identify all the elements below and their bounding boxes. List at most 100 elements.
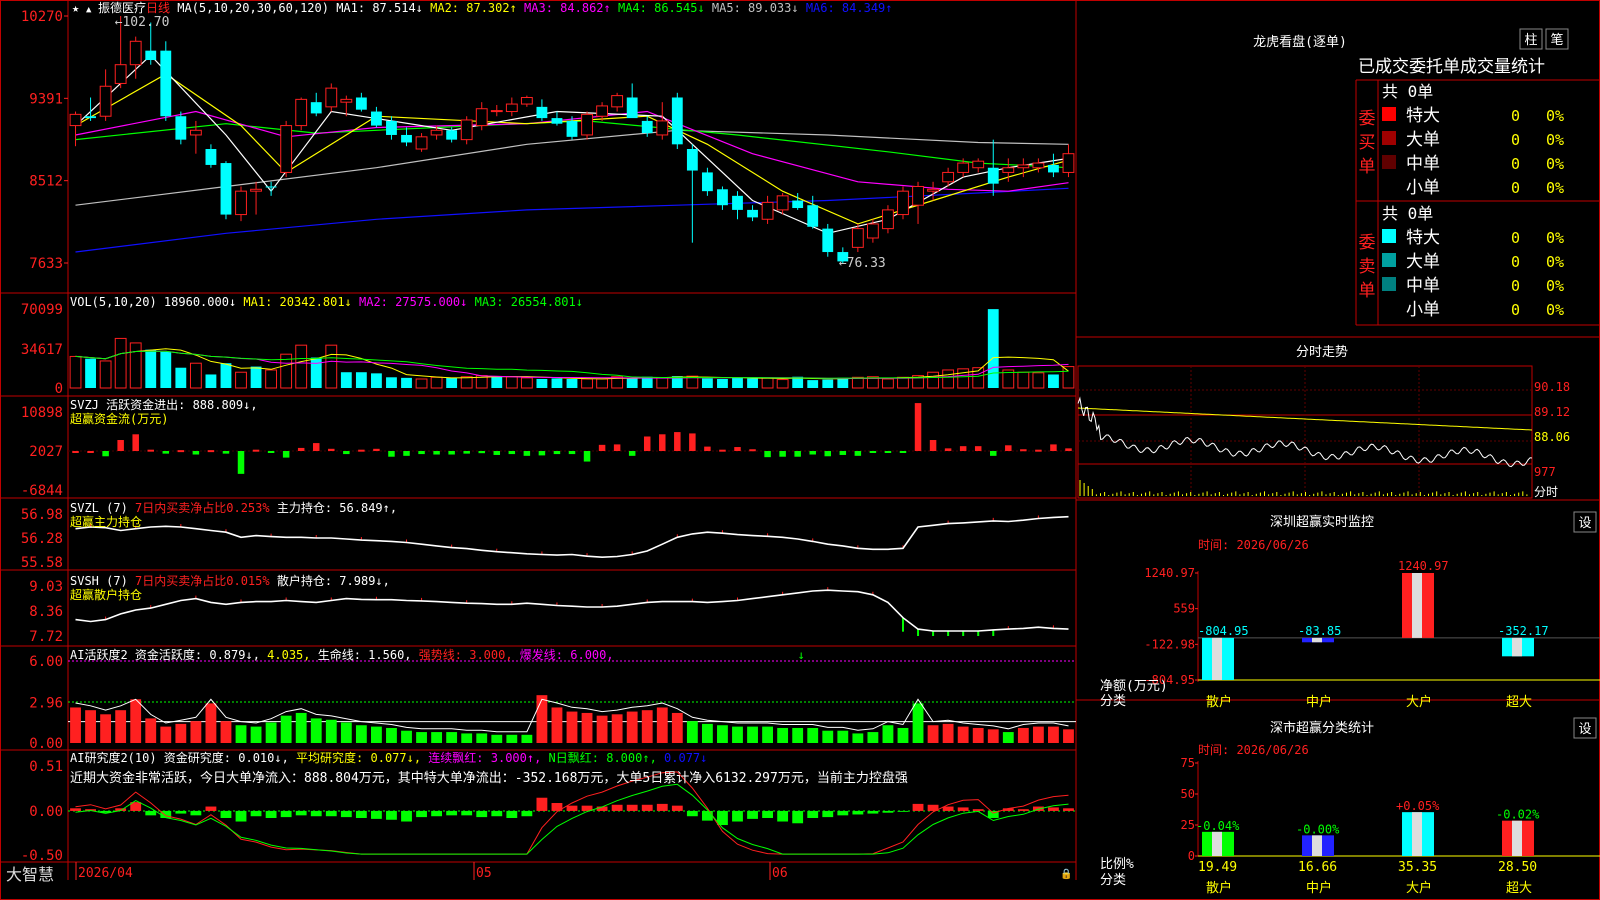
ai2-bar (340, 810, 352, 818)
svsh-title-part-1: 7日内买卖净占比0.015% (135, 573, 277, 588)
ai2-bar (250, 810, 262, 817)
lhb-sell-row-count: 0 (1511, 301, 1520, 319)
monitor-bar-highlight (1312, 637, 1322, 643)
candle-body-up (927, 188, 939, 192)
candle-body-up (114, 64, 127, 84)
svzj-bar (237, 451, 245, 474)
ai1-bar (386, 727, 397, 743)
svzj-bar (373, 448, 380, 451)
lhb-tick-mode-label: 笔 (1550, 32, 1563, 48)
candle-body-up (505, 103, 518, 113)
volume-bar-down (310, 357, 322, 388)
ai1-bar (762, 726, 773, 743)
svzj-bar (358, 449, 365, 452)
vol-header-part-0: VOL(5,10,20) (70, 295, 164, 309)
ai1-bar (972, 727, 984, 743)
svzl-title: SVZL (7) 7日内买卖净占比0.253% 主力持仓: 56.849↑, (70, 500, 397, 515)
volume-bar-up (69, 355, 82, 389)
candle-body-up (1002, 167, 1015, 173)
price-header-part-7: MA5: 89.033↓ (712, 1, 806, 15)
candle-body-up (99, 85, 112, 117)
lhb-buy-row-pct: 0% (1546, 155, 1564, 173)
volume-bar-down (220, 363, 232, 388)
candle-body-down (626, 97, 638, 119)
stats-value-label: 35.35 (1398, 860, 1437, 875)
candle-body-up (912, 185, 924, 206)
ai1-bar (536, 695, 548, 743)
ai2-bar (762, 810, 773, 818)
svzj-bar (749, 449, 756, 452)
candle-body-down (641, 120, 653, 134)
ai2-bar (461, 810, 473, 816)
volume-bar-up (520, 377, 533, 389)
ai2-bar (686, 810, 698, 817)
lhb-sell-label: 卖 (1359, 257, 1376, 277)
lhb-buy-row-name: 特大 (1406, 106, 1440, 126)
price-header: 振德医疗日线 MA(5,10,20,30,60,120) MA1: 87.514… (98, 0, 893, 15)
ai2-bar (386, 810, 397, 820)
ai1-bar (355, 725, 367, 743)
svzj-bar (463, 451, 470, 454)
ai2-bar (732, 810, 743, 822)
lhb-buy-row-name: 小单 (1406, 178, 1440, 198)
volume-bar-down (340, 372, 352, 388)
ai1-bar (987, 729, 999, 743)
ai2-bar (957, 807, 969, 811)
ai1-bar (265, 722, 277, 743)
svzl-title-part-0: SVZL (7) (70, 501, 135, 515)
volume-bar-down (837, 377, 849, 388)
ai1-bar (852, 733, 864, 743)
ai2-bar (837, 810, 849, 816)
ai2-bar (1017, 809, 1029, 811)
candle-body-down (987, 167, 999, 184)
lhb-title: 龙虎看盘(逐单) (1253, 34, 1347, 50)
volume-bar-down (250, 366, 262, 388)
lhb-sell-row-pct: 0% (1546, 229, 1564, 247)
ai2-bar (566, 805, 578, 811)
ai1-bar (160, 726, 172, 743)
ai1-bar (491, 734, 503, 743)
ai1-title-part-2: 生命线: 1.560, (318, 647, 419, 662)
volume-bar-up (325, 344, 338, 389)
vol-axis-tick: 70099 (21, 302, 63, 318)
vol-axis-tick: 34617 (21, 342, 63, 358)
lhb-buy-row-swatch (1382, 107, 1396, 121)
ai1-bar (431, 732, 443, 743)
ai1-bar (717, 725, 728, 743)
svzj-bar (674, 432, 681, 451)
ai1-title: AI活跃度2 资金活跃度: 0.879↓, 4.035, 生命线: 1.560,… (70, 647, 614, 662)
stats-axis-tick: 50 (1181, 787, 1195, 801)
ai1-bar (671, 712, 683, 743)
ai2-bar (280, 810, 292, 818)
ai1-bar (807, 727, 819, 743)
lock-icon: 🔒 (1060, 868, 1072, 880)
monitor-time: 时间: 2026/06/26 (1198, 538, 1309, 552)
svzl-axis-tick: 56.28 (21, 531, 63, 547)
favorite-star-icon: ★ (72, 1, 79, 15)
monitor-value-label: -83.85 (1298, 624, 1341, 638)
lhb-sell-row-name: 特大 (1406, 228, 1440, 248)
candle-body-up (280, 125, 293, 173)
lhb-bar-mode-label: 柱 (1524, 33, 1537, 48)
ai2-bar (701, 810, 713, 821)
lhb-buy-row-count: 0 (1511, 179, 1520, 197)
candle-body-down (145, 50, 157, 61)
stats-value-label: 16.66 (1298, 860, 1337, 875)
volume-bar-up (99, 360, 112, 389)
volume-bar-up (596, 378, 609, 389)
candle-body-down (386, 120, 397, 135)
vol-header-part-4: MA3: 26554.801↓ (475, 295, 583, 309)
lhb-sell-label: 委 (1359, 233, 1376, 253)
candle-body-up (611, 95, 624, 108)
stats-unit-label: 比例% (1100, 857, 1134, 872)
candle-body-down (160, 50, 172, 117)
svsh-title-part-0: SVSH (7) (70, 574, 135, 588)
candle-body-down (792, 200, 804, 209)
svzj-bar (990, 451, 997, 456)
stats-axis-name: 分类 (1100, 873, 1126, 888)
candle-body-up (250, 188, 262, 192)
stats-category-label: 散户 (1206, 880, 1232, 896)
svzl-axis-tick: 56.98 (21, 507, 63, 523)
candle-body-up (581, 113, 593, 136)
volume-bar-down (987, 309, 999, 388)
